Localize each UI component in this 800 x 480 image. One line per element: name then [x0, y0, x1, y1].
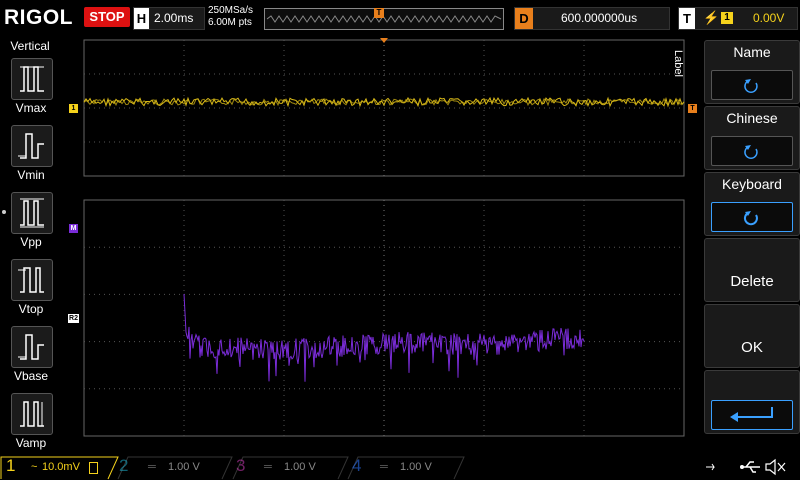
vbase-button[interactable] — [11, 326, 53, 368]
trigger-level: 0.00V — [753, 11, 785, 25]
usb-icon — [740, 461, 760, 473]
vtop-label: Vtop — [18, 302, 44, 316]
ch2-scale[interactable]: 1.00 V — [168, 461, 200, 473]
math-offset-marker[interactable]: M — [69, 224, 78, 233]
ch2-coupling-icon: ═ — [148, 461, 156, 473]
ch2-number[interactable]: 2 — [119, 456, 128, 476]
speaker-muted-icon[interactable] — [764, 457, 788, 477]
ch3-coupling-icon: ═ — [264, 461, 272, 473]
name-label: Name — [733, 44, 771, 60]
delay-value: 600.000000us — [561, 11, 638, 25]
acquisition-info: 250MSa/s 6.00M pts — [208, 5, 253, 29]
vmax-label: Vmax — [15, 101, 47, 115]
timebase-value: 2.00ms — [154, 11, 194, 25]
chinese-knob — [711, 136, 793, 166]
trigger-status[interactable]: T ⚡ 1 0.00V — [678, 7, 798, 30]
ch1-offset-marker[interactable]: 1 — [69, 104, 78, 113]
enter-button[interactable] — [704, 370, 800, 434]
waveform-overview[interactable] — [264, 8, 504, 30]
ch3-scale[interactable]: 1.00 V — [284, 461, 316, 473]
vpp-label: Vpp — [20, 235, 42, 249]
sample-rate: 250MSa/s — [208, 5, 254, 16]
ch3-number[interactable]: 3 — [236, 456, 245, 476]
rotate-icon — [744, 145, 758, 159]
vamp-button[interactable] — [11, 393, 53, 435]
unknown-status-icon — [706, 463, 715, 471]
ok-label: OK — [741, 339, 763, 356]
ch4-coupling-icon: ═ — [380, 461, 388, 473]
ch1-coupling: ~ — [31, 461, 38, 473]
delete-label: Delete — [730, 273, 774, 290]
menu-tab-label: Label — [672, 50, 684, 77]
vtop-button[interactable] — [11, 259, 53, 301]
vmin-icon — [18, 133, 44, 159]
ch1-bw-limit-icon — [89, 462, 98, 474]
vpp-icon — [20, 198, 44, 228]
vamp-label: Vamp — [15, 436, 47, 450]
enter-icon — [730, 407, 773, 422]
rotate-icon — [744, 79, 758, 93]
vbase-icon — [18, 334, 44, 360]
vtop-icon — [18, 267, 44, 293]
chinese-label: Chinese — [726, 110, 778, 126]
trigger-slope-icon: ⚡ — [703, 10, 720, 25]
ch4-number[interactable]: 4 — [352, 456, 361, 476]
vpp-button[interactable] — [11, 192, 53, 234]
horizontal-delay[interactable]: D 600.000000us — [514, 7, 670, 30]
trigger-level-marker[interactable]: T — [688, 104, 697, 113]
rotate-icon — [743, 211, 758, 226]
vmin-button[interactable] — [11, 125, 53, 167]
ch1-number[interactable]: 1 — [6, 456, 15, 476]
menu-page-dot — [2, 210, 6, 214]
keyboard-button[interactable]: Keyboard — [704, 172, 800, 236]
trigger-position-marker: T — [374, 8, 384, 18]
keyboard-knob — [711, 202, 793, 232]
brand-logo: RIGOL — [4, 6, 73, 29]
delete-button[interactable]: Delete — [704, 238, 800, 302]
waveform-display[interactable] — [60, 36, 688, 450]
top-status-bar: RIGOL STOP H 2.00ms 250MSa/s 6.00M pts T… — [0, 0, 800, 36]
vmin-label: Vmin — [17, 168, 45, 182]
memory-depth: 6.00M pts — [208, 17, 252, 28]
trigger-source: 1 — [721, 12, 733, 24]
ref2-offset-marker[interactable]: R2 — [68, 314, 79, 323]
channel-status-bar: 1 ~ 10.0mV 2 ═ 1.00 V 3 ═ 1.00 V 4 ═ 1.0… — [0, 454, 800, 480]
vbase-label: Vbase — [13, 369, 49, 383]
vertical-measure-menu: Vertical Vmax Vmin Vpp Vtop Vbase Vamp — [0, 38, 60, 452]
menu-title: Vertical — [10, 39, 50, 53]
ch1-scale[interactable]: 10.0mV — [42, 461, 80, 473]
vmax-button[interactable] — [11, 58, 53, 100]
ch4-scale[interactable]: 1.00 V — [400, 461, 432, 473]
run-stop-status[interactable]: STOP — [84, 7, 130, 27]
vmax-icon — [20, 66, 44, 92]
delay-label: D — [515, 8, 533, 29]
vamp-icon — [20, 401, 44, 427]
keyboard-label: Keyboard — [722, 176, 782, 192]
chinese-button[interactable]: Chinese — [704, 106, 800, 170]
name-knob — [711, 70, 793, 100]
enter-knob — [711, 400, 793, 430]
horizontal-timebase[interactable]: H 2.00ms — [133, 7, 205, 30]
ok-button[interactable]: OK — [704, 304, 800, 368]
overview-waveform — [266, 15, 502, 23]
name-button[interactable]: Name — [704, 40, 800, 104]
trigger-label: T — [679, 8, 695, 29]
horizontal-label: H — [134, 8, 149, 29]
